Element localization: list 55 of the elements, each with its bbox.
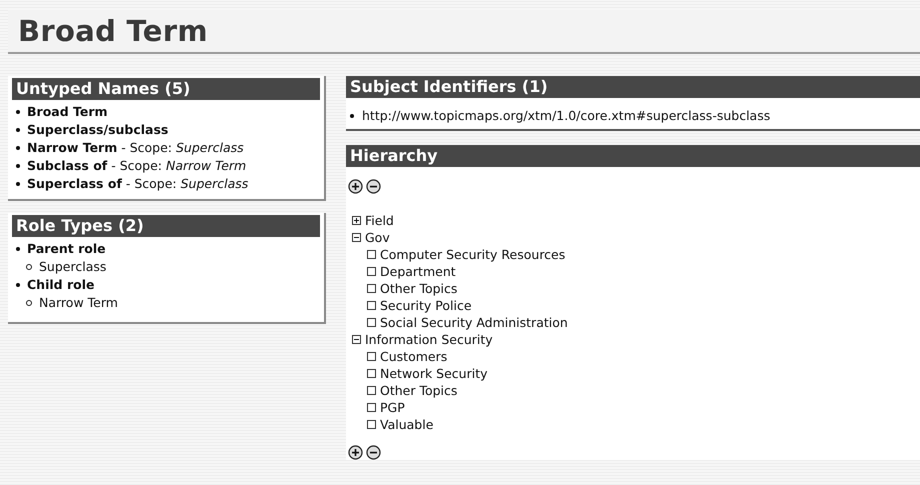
tree-item[interactable]: PGP — [380, 399, 405, 416]
tree-item[interactable]: Gov — [365, 229, 390, 246]
leaf-square-icon — [367, 250, 376, 259]
name-entry: Broad Term — [27, 103, 108, 121]
tree-item[interactable]: Computer Security Resources — [380, 246, 566, 263]
tree-item[interactable]: Customers — [380, 348, 448, 365]
tree-item[interactable]: Other Topics — [380, 382, 458, 399]
expand-all-icon[interactable] — [348, 179, 363, 194]
leaf-square-icon — [367, 318, 376, 327]
collapse-icon[interactable] — [352, 335, 361, 344]
tree-item[interactable]: Other Topics — [380, 280, 458, 297]
name-entry: Superclass of - Scope: Superclass — [27, 175, 248, 193]
bullet-icon — [16, 164, 20, 168]
bullet-icon — [16, 110, 20, 114]
name-entry: Subclass of - Scope: Narrow Term — [27, 157, 246, 175]
section-header: Subject Identifiers (1) — [346, 76, 920, 98]
section-header: Role Types (2) — [12, 215, 320, 237]
identifier-link[interactable]: http://www.topicmaps.org/xtm/1.0/core.xtm#superclass-subclass — [362, 108, 770, 123]
circle-bullet-icon — [26, 300, 32, 306]
circle-bullet-icon — [26, 264, 32, 270]
tree-item[interactable]: Information Security — [365, 331, 493, 348]
role-player: Narrow Term — [39, 294, 118, 312]
collapse-all-icon[interactable] — [366, 445, 381, 460]
bullet-icon — [350, 114, 354, 118]
tree-item[interactable]: Field — [365, 212, 394, 229]
leaf-square-icon — [367, 267, 376, 276]
section-header: Untyped Names (5) — [12, 78, 320, 100]
tree-item[interactable]: Social Security Administration — [380, 314, 568, 331]
tree-item[interactable]: Valuable — [380, 416, 434, 433]
leaf-square-icon — [367, 386, 376, 395]
leaf-square-icon — [367, 352, 376, 361]
name-entry: Superclass/subclass — [27, 121, 168, 139]
leaf-square-icon — [367, 403, 376, 412]
bullet-icon — [16, 283, 20, 287]
bullet-icon — [16, 247, 20, 251]
leaf-square-icon — [367, 284, 376, 293]
collapse-all-icon[interactable] — [366, 179, 381, 194]
leaf-square-icon — [367, 301, 376, 310]
role-type: Child role — [27, 276, 94, 294]
tree-item[interactable]: Security Police — [380, 297, 472, 314]
expand-icon[interactable] — [352, 216, 361, 225]
page-title: Broad Term — [8, 10, 920, 54]
collapse-icon[interactable] — [352, 233, 361, 242]
section-header: Hierarchy — [346, 145, 920, 167]
leaf-square-icon — [367, 369, 376, 378]
name-entry: Narrow Term - Scope: Superclass — [27, 139, 244, 157]
expand-all-icon[interactable] — [348, 445, 363, 460]
tree-item[interactable]: Department — [380, 263, 456, 280]
tree-item[interactable]: Network Security — [380, 365, 488, 382]
role-player: Superclass — [39, 258, 106, 276]
bullet-icon — [16, 146, 20, 150]
role-type: Parent role — [27, 240, 106, 258]
bullet-icon — [16, 182, 20, 186]
leaf-square-icon — [367, 420, 376, 429]
bullet-icon — [16, 128, 20, 132]
